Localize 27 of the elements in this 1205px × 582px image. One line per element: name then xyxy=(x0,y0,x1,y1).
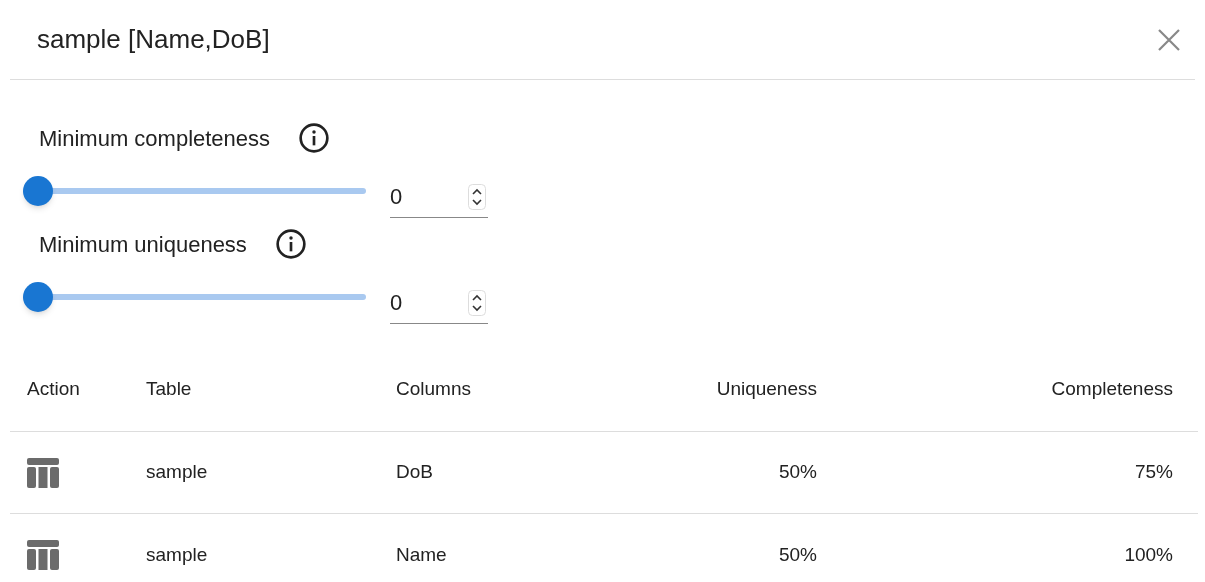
table-icon[interactable] xyxy=(27,457,59,488)
table-cell-text: 75% xyxy=(1134,460,1173,485)
table-cell-text: Name xyxy=(396,542,447,567)
slider[interactable] xyxy=(23,282,366,312)
column-header: Columns xyxy=(396,377,472,402)
column-header: Completeness xyxy=(1051,377,1173,402)
table-cell-text: sample xyxy=(146,542,208,567)
table-cell-text: 50% xyxy=(778,542,817,567)
column-header: Table xyxy=(146,377,193,402)
slider[interactable] xyxy=(23,176,366,206)
slider-thumb[interactable] xyxy=(23,282,53,312)
info-icon[interactable] xyxy=(298,122,331,154)
table-icon[interactable] xyxy=(27,540,59,570)
column-header: Uniqueness xyxy=(716,377,817,402)
table-cell-text: 50% xyxy=(778,460,817,485)
filter-label: Minimum uniqueness xyxy=(39,230,247,259)
slider-thumb[interactable] xyxy=(23,176,53,206)
stepper-icon[interactable] xyxy=(468,184,486,210)
dialog-title: sample [Name,DoB] xyxy=(37,23,270,56)
filter-label: Minimum completeness xyxy=(39,124,271,153)
stepper-icon[interactable] xyxy=(468,290,486,316)
column-header: Action xyxy=(27,377,81,402)
close-icon[interactable] xyxy=(1157,27,1181,52)
info-icon[interactable] xyxy=(274,228,307,260)
table-cell-text: DoB xyxy=(396,460,433,485)
table-cell-text: 100% xyxy=(1124,542,1173,567)
table-cell-text: sample xyxy=(146,460,208,485)
